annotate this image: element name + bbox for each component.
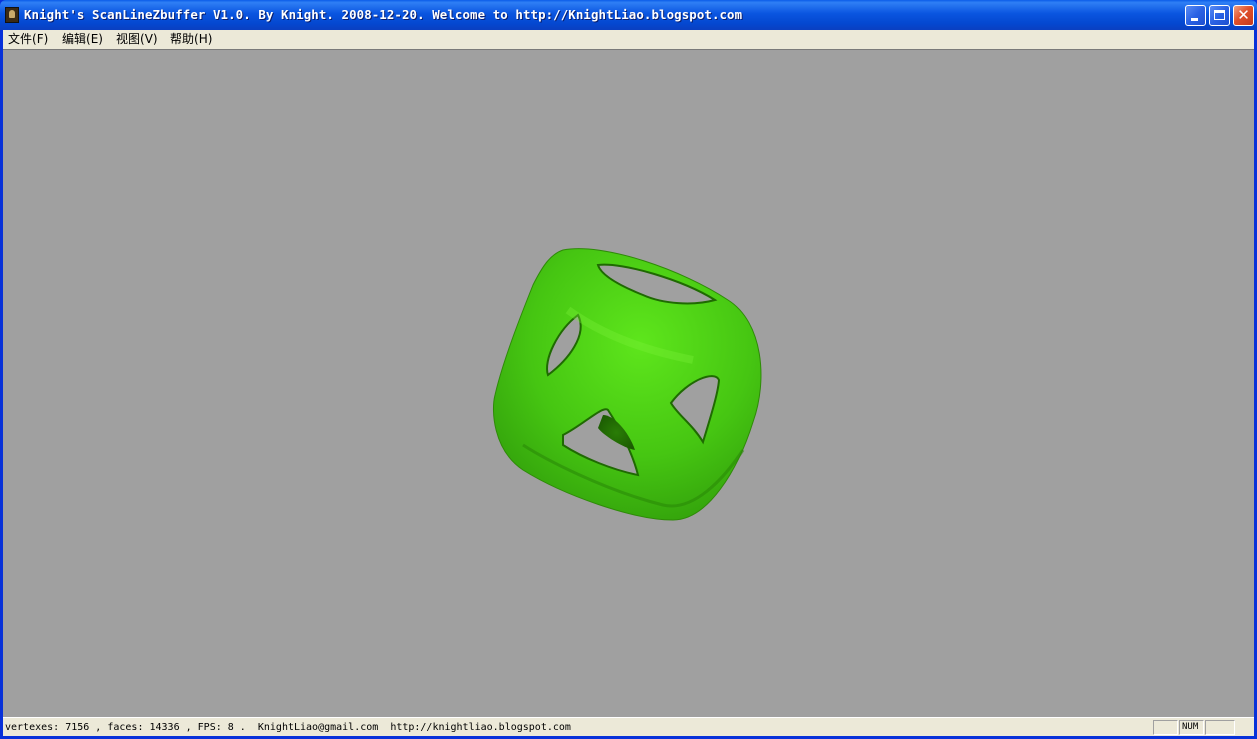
menu-file-label: 文件	[8, 32, 33, 46]
menu-view-label: 视图	[116, 32, 141, 46]
minimize-icon	[1191, 18, 1198, 21]
status-pane-caps	[1153, 720, 1178, 735]
close-button[interactable]: ✕	[1233, 5, 1254, 26]
title-bar[interactable]: Knight's ScanLineZbuffer V1.0. By Knight…	[0, 0, 1257, 30]
menu-edit[interactable]: 编辑(E)	[62, 32, 103, 47]
status-bar: vertexes: 7156 , faces: 14336 , FPS: 8 .…	[3, 717, 1254, 736]
model-canvas[interactable]	[3, 50, 1254, 717]
status-pane-scroll	[1205, 720, 1235, 735]
close-icon: ✕	[1237, 6, 1250, 24]
menu-file-key: (F)	[32, 32, 49, 46]
menu-help-key: (H)	[194, 32, 213, 46]
menu-edit-label: 编辑	[62, 32, 87, 46]
minimize-button[interactable]	[1185, 5, 1206, 26]
status-message: vertexes: 7156 , faces: 14336 , FPS: 8 .…	[5, 722, 571, 733]
menu-file[interactable]: 文件(F)	[8, 32, 48, 47]
window-title: Knight's ScanLineZbuffer V1.0. By Knight…	[24, 7, 743, 22]
menu-view[interactable]: 视图(V)	[116, 32, 158, 47]
menu-help-label: 帮助	[170, 32, 195, 46]
maximize-icon	[1214, 10, 1225, 20]
menu-help[interactable]: 帮助(H)	[170, 32, 212, 47]
menu-view-key: (V)	[140, 32, 158, 46]
app-icon[interactable]	[5, 7, 19, 23]
app-window: Knight's ScanLineZbuffer V1.0. By Knight…	[0, 0, 1257, 739]
maximize-button[interactable]	[1209, 5, 1230, 26]
green-mesh-model	[492, 248, 762, 521]
status-pane-num: NUM	[1179, 720, 1204, 735]
menu-bar: 文件(F) 编辑(E) 视图(V) 帮助(H)	[3, 30, 1254, 49]
menu-edit-key: (E)	[86, 32, 103, 46]
render-viewport[interactable]	[3, 49, 1254, 717]
